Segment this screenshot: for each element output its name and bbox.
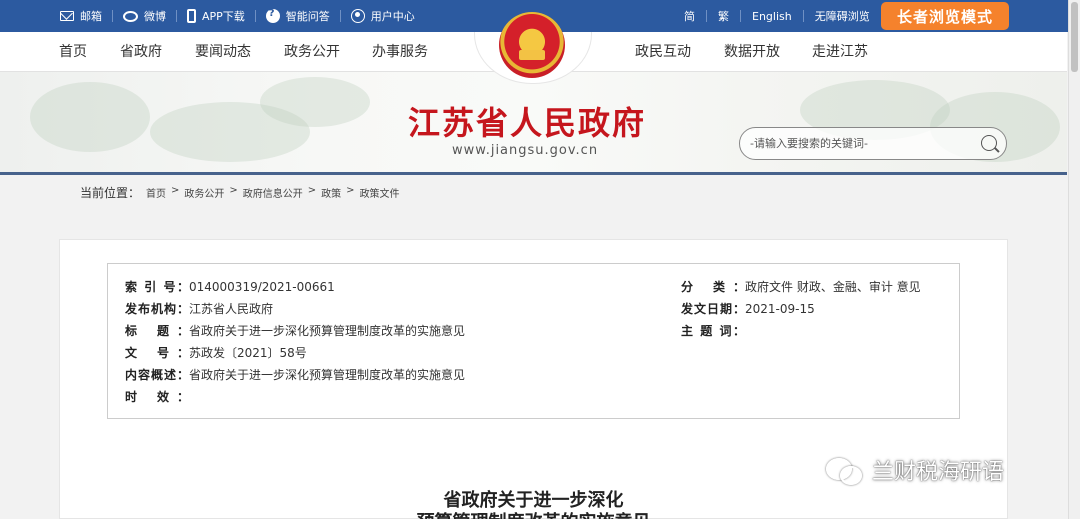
app-download-label: APP下载 bbox=[202, 10, 245, 23]
qa-icon bbox=[265, 8, 280, 23]
divider bbox=[112, 10, 113, 22]
search-box bbox=[739, 127, 1007, 160]
meta-docno-label: 文 号： bbox=[125, 346, 189, 360]
meta-date-row: 发文日期： 2021-09-15 bbox=[681, 302, 815, 316]
meta-title-row: 标 题： 省政府关于进一步深化预算管理制度改革的实施意见 bbox=[125, 324, 465, 338]
nav-gov-affairs[interactable]: 政务公开 bbox=[284, 32, 340, 72]
site-title: 江苏省人民政府 bbox=[408, 104, 647, 142]
traditional-chinese-link[interactable]: 繁 bbox=[718, 8, 729, 24]
user-center-link[interactable]: 用户中心 bbox=[350, 8, 415, 24]
chevron-right-icon: > bbox=[307, 185, 317, 196]
divider bbox=[176, 10, 177, 22]
chevron-right-icon: > bbox=[171, 185, 180, 196]
breadcrumb-home[interactable]: 首页 bbox=[146, 185, 166, 200]
national-emblem-icon bbox=[499, 12, 565, 78]
meta-subject-label: 主 题 词： bbox=[681, 324, 745, 338]
search-input[interactable] bbox=[750, 134, 970, 152]
breadcrumb: 当前位置： 首页 > 政务公开 > 政府信息公开 > 政策 > 政策文件 bbox=[0, 175, 1067, 207]
smart-qa-link[interactable]: 智能问答 bbox=[265, 8, 330, 24]
app-download-link[interactable]: APP下载 bbox=[187, 8, 245, 24]
elder-mode-button[interactable]: 长者浏览模式 bbox=[881, 2, 1009, 30]
meta-issuer-row: 发布机构： 江苏省人民政府 bbox=[125, 302, 273, 316]
divider bbox=[740, 10, 741, 22]
meta-validity-label: 时 效： bbox=[125, 390, 189, 404]
meta-index-value: 014000319/2021-00661 bbox=[189, 280, 335, 294]
phone-icon bbox=[187, 9, 196, 23]
user-icon bbox=[350, 9, 365, 23]
mail-label: 邮箱 bbox=[80, 10, 102, 23]
user-center-label: 用户中心 bbox=[370, 10, 415, 23]
weibo-link[interactable]: 微博 bbox=[123, 8, 166, 24]
mail-link[interactable]: 邮箱 bbox=[60, 8, 102, 24]
document-title-line-2: 预算管理制度改革的实施意见 bbox=[0, 508, 1067, 519]
breadcrumb-policy-docs[interactable]: 政策文件 bbox=[360, 185, 400, 200]
divider bbox=[254, 10, 256, 22]
divider bbox=[339, 10, 341, 22]
vertical-scrollbar[interactable] bbox=[1068, 0, 1080, 519]
site-url: www.jiangsu.gov.cn bbox=[452, 143, 599, 158]
meta-docno-row: 文 号： 苏政发〔2021〕58号 bbox=[125, 346, 307, 360]
smart-qa-label: 智能问答 bbox=[285, 10, 330, 23]
breadcrumb-policy[interactable]: 政策 bbox=[321, 185, 341, 200]
nav-home[interactable]: 首页 bbox=[59, 32, 87, 72]
mail-icon bbox=[60, 11, 74, 21]
english-link[interactable]: English bbox=[752, 10, 792, 23]
meta-category-row: 分 类： 政府文件 财政、金融、审计 意见 bbox=[681, 280, 921, 294]
accessibility-link[interactable]: 无障碍浏览 bbox=[815, 8, 870, 24]
scrollbar-thumb[interactable] bbox=[1071, 2, 1078, 72]
nav-open-data[interactable]: 数据开放 bbox=[724, 32, 780, 72]
breadcrumb-path: 首页 > 政务公开 > 政府信息公开 > 政策 > 政策文件 bbox=[146, 185, 400, 200]
nav-about-jiangsu[interactable]: 走进江苏 bbox=[812, 32, 868, 72]
divider bbox=[802, 10, 804, 22]
meta-date-label: 发文日期： bbox=[681, 302, 745, 316]
decor-leaf bbox=[30, 82, 150, 152]
meta-index-row: 索 引 号： 014000319/2021-00661 bbox=[125, 280, 335, 294]
meta-title-value: 省政府关于进一步深化预算管理制度改革的实施意见 bbox=[189, 324, 466, 338]
meta-summary-value: 省政府关于进一步深化预算管理制度改革的实施意见 bbox=[189, 368, 466, 382]
nav-interaction[interactable]: 政民互动 bbox=[635, 32, 691, 72]
chevron-right-icon: > bbox=[346, 185, 355, 196]
meta-summary-row: 内容概述： 省政府关于进一步深化预算管理制度改革的实施意见 bbox=[125, 368, 465, 382]
meta-issuer-value: 江苏省人民政府 bbox=[189, 302, 274, 316]
nav-services[interactable]: 办事服务 bbox=[372, 32, 428, 72]
simplified-chinese-link[interactable]: 简 bbox=[684, 8, 695, 24]
wechat-icon bbox=[826, 456, 862, 485]
weibo-label: 微博 bbox=[144, 10, 166, 23]
meta-issuer-label: 发布机构： bbox=[125, 302, 189, 316]
chevron-right-icon: > bbox=[229, 185, 238, 196]
breadcrumb-info-disclosure[interactable]: 政府信息公开 bbox=[243, 185, 303, 200]
watermark: 兰财税海研语 bbox=[826, 454, 1004, 486]
meta-index-label: 索 引 号： bbox=[125, 280, 189, 294]
top-right-links: 简 繁 English 无障碍浏览 bbox=[684, 0, 870, 32]
meta-subject-row: 主 题 词： bbox=[681, 324, 745, 338]
meta-validity-row: 时 效： bbox=[125, 390, 189, 404]
nav-news[interactable]: 要闻动态 bbox=[195, 32, 251, 72]
search-icon[interactable] bbox=[981, 135, 997, 151]
meta-summary-label: 内容概述： bbox=[125, 368, 189, 382]
meta-date-value: 2021-09-15 bbox=[745, 302, 815, 316]
weibo-icon bbox=[123, 10, 138, 22]
watermark-text: 兰财税海研语 bbox=[872, 460, 1005, 485]
decor-leaf bbox=[260, 77, 370, 127]
meta-category-label: 分 类： bbox=[681, 280, 745, 294]
divider bbox=[706, 10, 707, 22]
breadcrumb-label: 当前位置： bbox=[80, 186, 141, 200]
breadcrumb-gov-affairs[interactable]: 政务公开 bbox=[184, 185, 224, 200]
meta-category-value: 政府文件 财政、金融、审计 意见 bbox=[745, 280, 921, 294]
meta-title-label: 标 题： bbox=[125, 324, 189, 338]
nav-province-gov[interactable]: 省政府 bbox=[120, 32, 162, 72]
meta-docno-value: 苏政发〔2021〕58号 bbox=[189, 346, 307, 360]
top-left-links: 邮箱 微博 APP下载 智能问答 用户中心 bbox=[60, 0, 415, 32]
